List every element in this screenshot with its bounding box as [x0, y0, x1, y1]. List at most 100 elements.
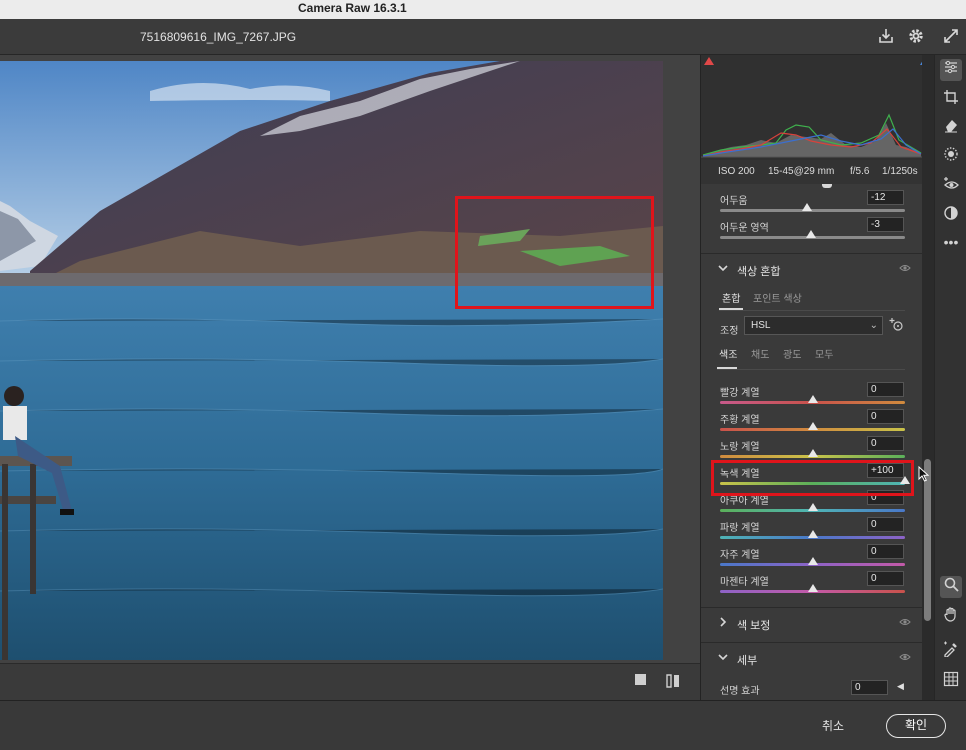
expand-icon[interactable]: [941, 27, 961, 47]
slider-blue-hue: 파랑 계열 0: [701, 517, 922, 546]
tab-saturation[interactable]: 채도: [751, 346, 769, 361]
chevron-down-icon: [718, 263, 728, 276]
chevron-down-icon: [718, 652, 728, 665]
slider-handle[interactable]: [807, 530, 818, 538]
tab-all[interactable]: 모두: [815, 346, 833, 361]
slider-red-hue: 빨강 계열 0: [701, 382, 922, 411]
presets-icon[interactable]: [940, 205, 962, 227]
shutter-value: 1/1250s: [882, 166, 918, 177]
tool-bar: •••: [934, 55, 966, 700]
slider-label: 주황 계열: [720, 415, 760, 426]
stop-icon[interactable]: [632, 673, 650, 691]
section-title: 색상 혼합: [737, 266, 781, 278]
slider-value-input[interactable]: 0: [867, 409, 904, 424]
eraser-icon[interactable]: [940, 117, 962, 139]
slider-value-input[interactable]: 0: [867, 382, 904, 397]
slider-purple-hue: 자주 계열 0: [701, 544, 922, 573]
slider-sharpening: 선명 효과 0 ◀: [701, 680, 922, 700]
slider-handle[interactable]: [805, 230, 816, 238]
mask-icon[interactable]: [940, 146, 962, 168]
tab-divider: [717, 369, 905, 370]
canvas-area: [0, 55, 700, 700]
slider-handle[interactable]: [807, 584, 818, 592]
more-icon[interactable]: •••: [940, 231, 962, 253]
ok-button[interactable]: 확인: [886, 714, 946, 738]
slider-label: 어두운 영역: [720, 223, 769, 234]
slider-shadows: 어두운 영역 -3: [701, 217, 922, 246]
before-after-icon[interactable]: [664, 673, 682, 691]
cancel-button[interactable]: 취소: [822, 717, 844, 734]
section-detail-header[interactable]: 세부: [701, 642, 922, 674]
aperture-value: f/5.6: [850, 166, 870, 177]
slider-label: 노랑 계열: [720, 442, 760, 453]
slider-handle[interactable]: [807, 557, 818, 565]
section-title: 세부: [737, 655, 758, 667]
color-sampler-icon[interactable]: [940, 641, 962, 663]
grid-icon[interactable]: [940, 671, 962, 693]
targeted-adjustment-icon[interactable]: [889, 317, 903, 334]
slider-label: 파랑 계열: [720, 523, 760, 534]
slider-value-input[interactable]: 0: [867, 436, 904, 451]
slider-label: 어두움: [720, 196, 748, 207]
slider-value-input[interactable]: 0: [851, 680, 888, 695]
slider-label: 자주 계열: [720, 550, 760, 561]
slider-value-input[interactable]: -3: [867, 217, 904, 232]
crop-icon[interactable]: [940, 89, 962, 111]
histogram: [701, 55, 922, 160]
chevron-right-icon: [718, 617, 728, 630]
section-color-grading-header[interactable]: 색 보정: [701, 607, 922, 639]
slider-label: 빨강 계열: [720, 388, 760, 399]
scroll-slider-thumb: [822, 184, 832, 188]
zoom-icon[interactable]: [940, 576, 962, 598]
canvas-bottom-bar: [0, 663, 700, 700]
slider-handle[interactable]: [807, 395, 818, 403]
file-name: 7516809616_IMG_7267.JPG: [140, 30, 297, 44]
slider-track[interactable]: [720, 209, 905, 212]
download-icon[interactable]: [876, 27, 896, 47]
camera-raw-window: Camera Raw 16.3.1 7516809616_IMG_7267.JP…: [0, 0, 966, 750]
hand-icon[interactable]: [940, 606, 962, 628]
slider-handle[interactable]: [807, 449, 818, 457]
mouse-cursor-icon: [918, 465, 930, 487]
tab-hue[interactable]: 색조: [719, 346, 737, 361]
tab-point-color[interactable]: 포인트 색상: [753, 290, 802, 305]
eye-icon[interactable]: [899, 616, 911, 630]
red-eye-icon[interactable]: [940, 176, 962, 198]
slider-value-input[interactable]: 0: [867, 571, 904, 586]
eye-icon[interactable]: [899, 262, 911, 276]
highlight-box-green-slider: [711, 460, 914, 496]
camera-info: ISO 200 15-45@29 mm f/5.6 1/1250s: [701, 160, 922, 184]
slider-value-input[interactable]: -12: [867, 190, 904, 205]
caret-left-icon[interactable]: ◀: [897, 681, 904, 692]
file-bar: 7516809616_IMG_7267.JPG: [0, 19, 966, 55]
edit-panel: ISO 200 15-45@29 mm f/5.6 1/1250s 어두움 -1…: [700, 55, 922, 700]
slider-handle[interactable]: [801, 203, 812, 211]
edit-sliders-icon[interactable]: [940, 59, 962, 81]
slider-magenta-hue: 마젠타 계열 0: [701, 571, 922, 600]
slider-aqua-hue: 아쿠아 계열 0: [701, 490, 922, 519]
adjust-dropdown[interactable]: HSL ⌄: [744, 316, 883, 335]
app-title: Camera Raw 16.3.1: [298, 1, 407, 15]
slider-label: 선명 효과: [720, 686, 760, 697]
slider-label: 마젠타 계열: [720, 577, 769, 588]
slider-handle[interactable]: [807, 503, 818, 511]
slider-blacks: 어두움 -12: [701, 190, 922, 219]
slider-handle[interactable]: [807, 422, 818, 430]
title-bar: Camera Raw 16.3.1: [0, 0, 966, 19]
tab-divider: [719, 310, 905, 311]
tab-luminance[interactable]: 광도: [783, 346, 801, 361]
slider-value-input[interactable]: 0: [867, 517, 904, 532]
section-title: 색 보정: [737, 620, 771, 632]
slider-value-input[interactable]: 0: [867, 544, 904, 559]
section-color-mixer-header[interactable]: 색상 혼합: [701, 253, 922, 285]
tab-mix[interactable]: 혼합: [722, 290, 740, 305]
gear-icon[interactable]: [906, 27, 926, 47]
eye-icon[interactable]: [899, 651, 911, 665]
photo-preview[interactable]: [0, 61, 663, 660]
adjust-label: 조정: [720, 326, 739, 337]
highlight-box-green-area: [455, 196, 654, 309]
iso-value: ISO 200: [718, 166, 755, 177]
footer-bar: 취소 확인: [0, 700, 966, 750]
chevron-down-icon: ⌄: [869, 320, 878, 331]
slider-orange-hue: 주황 계열 0: [701, 409, 922, 438]
